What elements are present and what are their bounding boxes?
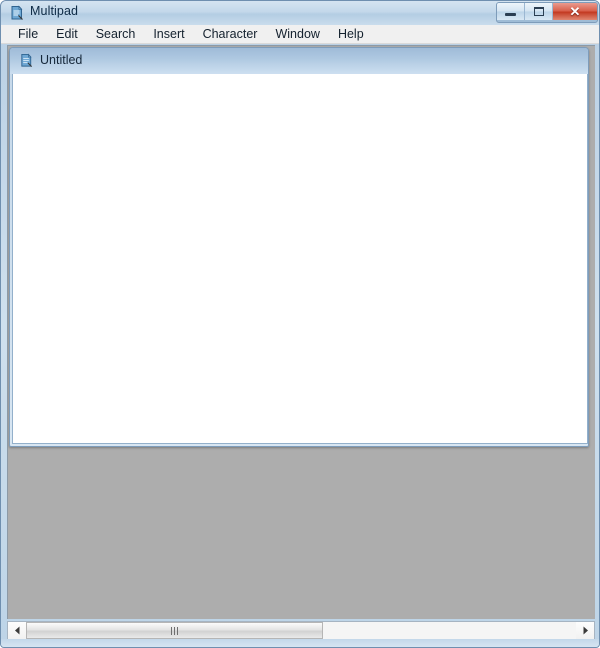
mdi-child-body [12, 74, 588, 444]
menu-item-window[interactable]: Window [266, 26, 328, 43]
menu-item-character[interactable]: Character [194, 26, 267, 43]
menu-item-help[interactable]: Help [329, 26, 373, 43]
minimize-button[interactable] [497, 3, 525, 20]
menu-bar: File Edit Search Insert Character Window… [1, 25, 600, 44]
menu-item-file[interactable]: File [9, 26, 47, 43]
window-controls: ✕ [496, 2, 598, 23]
mdi-client-area: Untitled [7, 45, 595, 619]
mdi-child-title: Untitled [40, 53, 82, 67]
window-frame-bottom [1, 639, 600, 647]
close-icon: ✕ [570, 5, 581, 18]
close-button[interactable]: ✕ [553, 3, 597, 20]
horizontal-scrollbar[interactable] [7, 621, 595, 640]
window-title: Multipad [30, 4, 78, 18]
maximize-icon [534, 7, 544, 16]
scrollbar-thumb[interactable] [26, 622, 323, 639]
multipad-document-icon [9, 5, 25, 21]
menu-item-insert[interactable]: Insert [144, 26, 193, 43]
scroll-left-arrow-icon[interactable] [8, 622, 26, 639]
document-icon [19, 53, 34, 68]
scroll-right-arrow-icon[interactable] [576, 622, 594, 639]
mdi-child-title-bar[interactable]: Untitled [10, 48, 588, 74]
title-bar[interactable]: Multipad ✕ [1, 1, 600, 25]
scrollbar-track[interactable] [26, 622, 576, 639]
mdi-child-window[interactable]: Untitled [9, 47, 589, 447]
maximize-button[interactable] [525, 3, 553, 20]
menu-item-edit[interactable]: Edit [47, 26, 87, 43]
text-editor[interactable] [13, 74, 587, 443]
application-window: Multipad ✕ File Edit Search Insert Chara… [0, 0, 600, 648]
minimize-icon [505, 13, 516, 16]
scrollbar-grip-icon [171, 627, 178, 635]
menu-item-search[interactable]: Search [87, 26, 145, 43]
